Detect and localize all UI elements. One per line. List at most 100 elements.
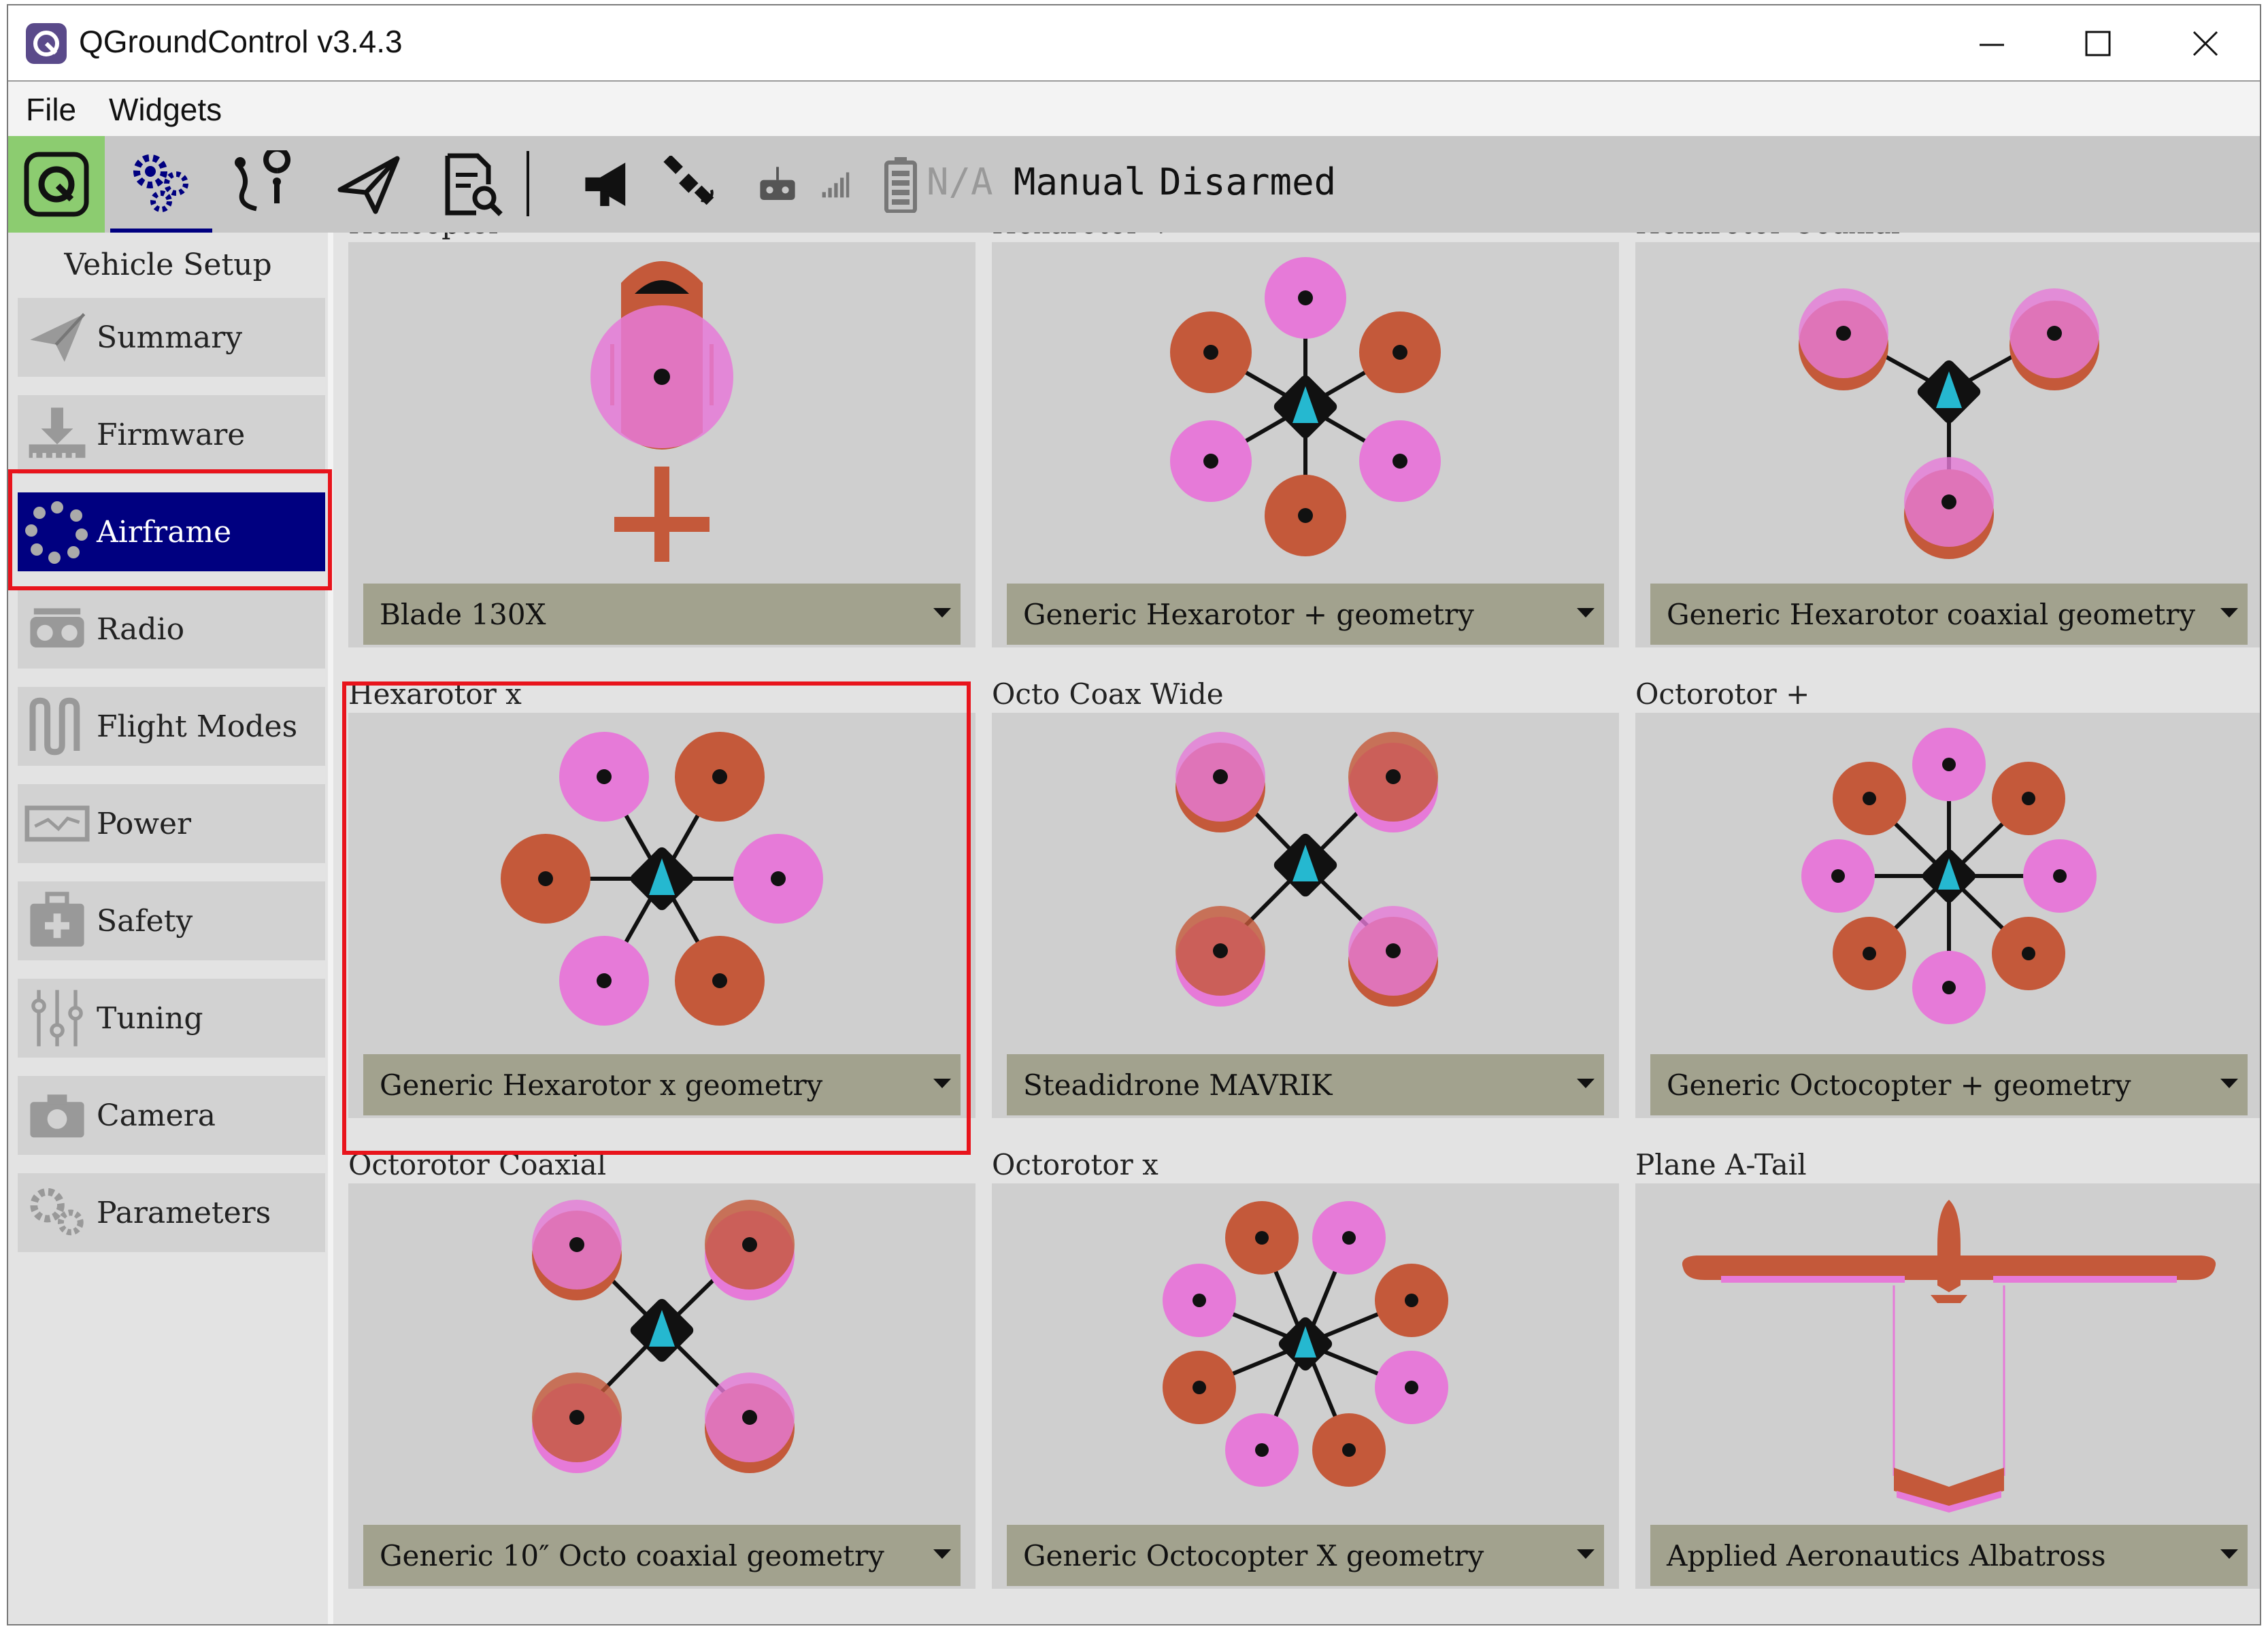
camera-icon bbox=[30, 1094, 84, 1138]
close-icon bbox=[2192, 31, 2218, 56]
toolbar-separator bbox=[527, 151, 529, 216]
radio-controller-icon bbox=[30, 608, 84, 647]
nav-label: Summary bbox=[97, 320, 243, 355]
qgc-home-button[interactable] bbox=[8, 136, 105, 233]
airframe-name: Octorotor + bbox=[1635, 677, 1810, 711]
nav-label: Firmware bbox=[97, 417, 246, 452]
chevron-down-icon bbox=[1577, 608, 1595, 618]
analyze-button[interactable] bbox=[431, 136, 513, 233]
waveform-icon bbox=[29, 697, 80, 756]
minimize-icon bbox=[1980, 44, 2004, 46]
airframe-dropdown-value: Generic Octocopter + geometry bbox=[1667, 1068, 2131, 1102]
airframe-dropdown[interactable]: Generic Hexarotor coaxial geometry bbox=[1650, 584, 2248, 645]
airframe-name: Octorotor x bbox=[992, 1148, 1158, 1181]
airframe-card-hexarotor-coaxial[interactable]: Hexarotor Coaxial Generic Hexarotor coax… bbox=[1635, 233, 2260, 660]
nav-label: Safety bbox=[97, 903, 193, 939]
nav-label: Tuning bbox=[97, 1000, 203, 1036]
nav-parameters[interactable]: Parameters bbox=[18, 1173, 325, 1252]
airframe-name: Plane A-Tail bbox=[1635, 1148, 1807, 1181]
fly-view-button[interactable] bbox=[328, 136, 410, 233]
menu-file[interactable]: File bbox=[26, 91, 76, 128]
airframe-card-octorotor-x[interactable]: Octorotor x Generic Octocopter X geometr… bbox=[992, 1147, 1619, 1601]
download-icon bbox=[29, 407, 86, 458]
panel-title: Vehicle Setup bbox=[64, 248, 272, 282]
airframe-dropdown-value: Generic 10″ Octo coaxial geometry bbox=[380, 1538, 884, 1572]
chevron-down-icon bbox=[1577, 1549, 1595, 1559]
waypoint-path-icon bbox=[235, 150, 291, 212]
nav-label: Camera bbox=[97, 1098, 216, 1133]
battery-value: N/A bbox=[927, 161, 993, 203]
minimize-button[interactable] bbox=[1944, 14, 2039, 73]
nav-label: Parameters bbox=[97, 1195, 271, 1230]
document-search-icon bbox=[445, 153, 503, 216]
airframe-dropdown[interactable]: Steadidrone MAVRIK bbox=[1007, 1054, 1604, 1115]
airframe-nav-highlight bbox=[8, 469, 332, 590]
megaphone-icon bbox=[585, 163, 626, 206]
airframe-dropdown[interactable]: Generic Hexarotor + geometry bbox=[1007, 584, 1604, 645]
airframe-card-octorotor-plus[interactable]: Octorotor + Generic Octocopter + geometr… bbox=[1635, 676, 2260, 1130]
menu-widgets[interactable]: Widgets bbox=[109, 91, 222, 128]
qgc-app-icon bbox=[26, 23, 67, 64]
main-toolbar: N/A Manual Disarmed bbox=[8, 136, 2260, 233]
maximize-icon bbox=[2085, 31, 2111, 56]
maximize-button[interactable] bbox=[2050, 14, 2146, 73]
vehicle-setup-panel: Vehicle Setup Summary Firmware Airframe … bbox=[8, 233, 328, 1624]
airframe-name: Helicopter bbox=[348, 233, 502, 240]
paper-plane-icon bbox=[30, 313, 86, 362]
window-title: QGroundControl v3.4.3 bbox=[79, 24, 403, 59]
airframe-dropdown[interactable]: Generic 10″ Octo coaxial geometry bbox=[363, 1525, 961, 1586]
chevron-down-icon bbox=[933, 608, 951, 618]
chevron-down-icon bbox=[2220, 1549, 2238, 1559]
airframe-dropdown[interactable]: Blade 130X bbox=[363, 584, 961, 645]
vehicle-setup-button[interactable] bbox=[110, 136, 212, 233]
nav-tuning[interactable]: Tuning bbox=[18, 979, 325, 1058]
hexarotor-x-highlight bbox=[342, 681, 971, 1155]
close-button[interactable] bbox=[2158, 14, 2253, 73]
nav-radio[interactable]: Radio bbox=[18, 590, 325, 669]
airframe-card-octo-coax-wide[interactable]: Octo Coax Wide Steadidrone MAVRIK bbox=[992, 676, 1619, 1130]
airframe-card-plane-a-tail[interactable]: Plane A-Tail Applied Aeronautics Albatro… bbox=[1635, 1147, 2260, 1601]
airframe-card-octorotor-coaxial[interactable]: Octorotor Coaxial Generic 10″ Octo coaxi… bbox=[348, 1147, 975, 1601]
airframe-card-hexarotor-plus[interactable]: Hexarotor + Generic Hexaro bbox=[992, 233, 1619, 660]
chevron-down-icon bbox=[2220, 1079, 2238, 1088]
chevron-down-icon bbox=[2220, 608, 2238, 618]
nav-label: Radio bbox=[97, 611, 185, 647]
airframe-card-helicopter[interactable]: Helicopter Blade 130X bbox=[348, 233, 975, 660]
nav-power[interactable]: Power bbox=[18, 784, 325, 863]
airframe-name: Octo Coax Wide bbox=[992, 677, 1224, 711]
airframe-dropdown-value: Generic Hexarotor coaxial geometry bbox=[1667, 597, 2196, 631]
nav-summary[interactable]: Summary bbox=[18, 298, 325, 377]
airframe-dropdown[interactable]: Generic Octocopter X geometry bbox=[1007, 1525, 1604, 1586]
messages-indicator[interactable] bbox=[574, 136, 642, 233]
nav-firmware[interactable]: Firmware bbox=[18, 395, 325, 474]
gears-icon bbox=[30, 1188, 84, 1236]
nav-camera[interactable]: Camera bbox=[18, 1076, 325, 1155]
arm-state-indicator[interactable]: Disarmed bbox=[1159, 161, 1336, 203]
airframe-dropdown[interactable]: Applied Aeronautics Albatross bbox=[1650, 1525, 2248, 1586]
airframe-dropdown-value: Generic Hexarotor + geometry bbox=[1023, 597, 1474, 631]
chevron-down-icon bbox=[1577, 1079, 1595, 1088]
rc-rssi-indicator[interactable] bbox=[754, 136, 801, 233]
plan-view-button[interactable] bbox=[222, 136, 304, 233]
signal-strength-indicator bbox=[815, 136, 856, 233]
airframe-dropdown[interactable]: Generic Octocopter + geometry bbox=[1650, 1054, 2248, 1115]
paper-plane-icon bbox=[337, 156, 400, 214]
power-meter-icon bbox=[24, 805, 90, 842]
nav-safety[interactable]: Safety bbox=[18, 881, 325, 960]
flight-mode-indicator[interactable]: Manual bbox=[1014, 161, 1146, 203]
nav-label: Power bbox=[97, 806, 192, 841]
airframe-dropdown-value: Steadidrone MAVRIK bbox=[1023, 1068, 1333, 1102]
battery-indicator[interactable] bbox=[880, 136, 921, 233]
chevron-down-icon bbox=[933, 1549, 951, 1559]
signal-bars-icon bbox=[822, 172, 850, 198]
gps-indicator[interactable] bbox=[656, 136, 724, 233]
nav-flight-modes[interactable]: Flight Modes bbox=[18, 687, 325, 766]
battery-icon bbox=[884, 157, 917, 213]
menu-bar: File Widgets bbox=[8, 82, 2260, 136]
airframe-name: Hexarotor + bbox=[992, 233, 1173, 240]
airframe-dropdown-value: Generic Octocopter X geometry bbox=[1023, 1538, 1484, 1572]
remote-control-icon bbox=[760, 167, 795, 201]
airframe-dropdown-value: Blade 130X bbox=[380, 597, 546, 631]
gears-icon bbox=[133, 154, 188, 212]
satellite-icon bbox=[663, 156, 714, 205]
